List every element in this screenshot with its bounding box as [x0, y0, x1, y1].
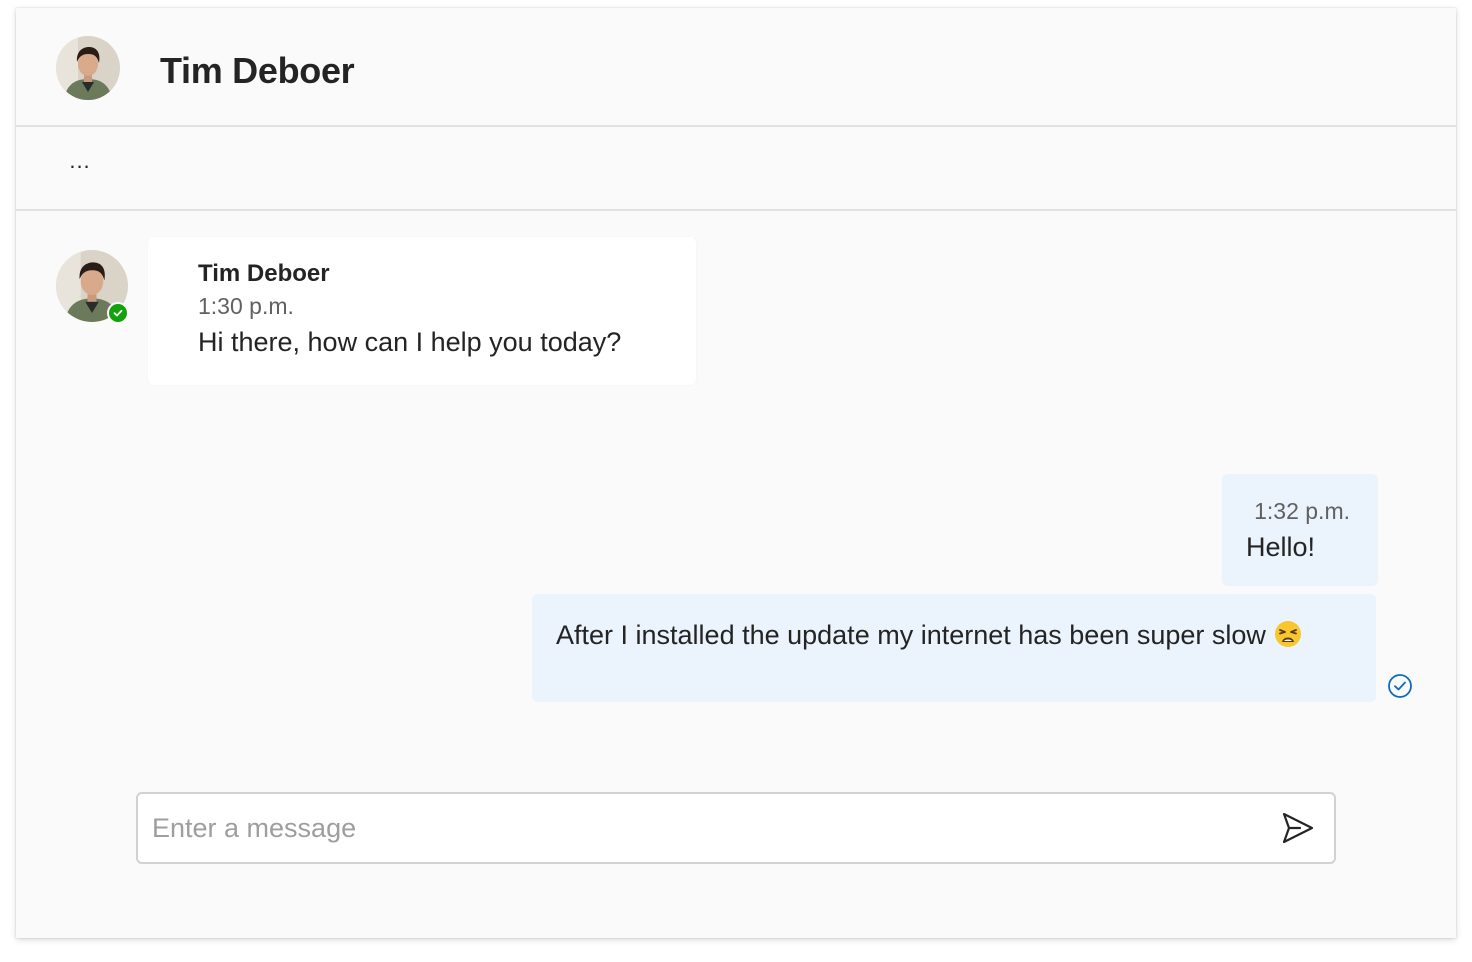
send-button[interactable] — [1276, 806, 1320, 850]
message-composer — [136, 792, 1336, 864]
message-sender: Tim Deboer — [198, 260, 330, 287]
message-text: After I installed the update my internet… — [556, 620, 1266, 650]
weary-face-icon — [1274, 620, 1302, 655]
outgoing-message[interactable]: After I installed the update my internet… — [532, 594, 1376, 702]
message-input[interactable] — [152, 806, 1252, 850]
message-avatar[interactable] — [56, 250, 130, 324]
send-icon — [1282, 812, 1314, 844]
message-content: After I installed the update my internet… — [556, 620, 1302, 655]
avatar[interactable] — [56, 36, 120, 100]
message-timestamp: 1:32 p.m. — [1254, 498, 1350, 524]
message-timestamp: 1:30 p.m. — [198, 293, 294, 319]
toolbar: ... — [16, 129, 1456, 211]
outgoing-message[interactable]: 1:32 p.m. Hello! — [1222, 474, 1378, 586]
checkmark-icon — [113, 309, 123, 317]
more-options-button[interactable]: ... — [60, 150, 100, 183]
chat-header: Tim Deboer — [16, 8, 1456, 127]
incoming-message[interactable]: Tim Deboer 1:30 p.m. Hi there, how can I… — [148, 237, 696, 385]
chat-title: Tim Deboer — [160, 50, 355, 91]
presence-available-badge — [107, 302, 129, 324]
chat-window: Tim Deboer ... Tim Deboer 1:30 p.m. Hi t… — [16, 8, 1456, 938]
message-text: Hello! — [1246, 532, 1316, 562]
read-receipt-icon — [1388, 674, 1412, 698]
person-photo-icon — [56, 36, 120, 100]
message-text: Hi there, how can I help you today? — [198, 327, 622, 357]
